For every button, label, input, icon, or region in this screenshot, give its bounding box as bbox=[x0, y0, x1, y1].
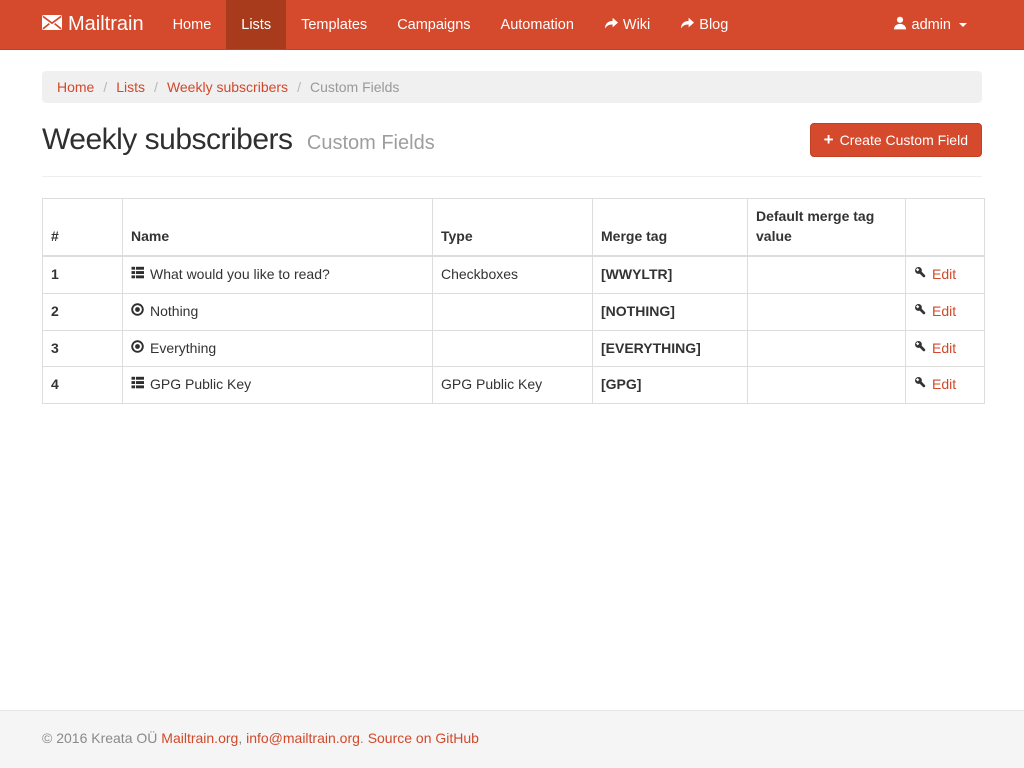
nav-item-wiki[interactable]: Wiki bbox=[589, 0, 665, 49]
edit-label: Edit bbox=[932, 302, 956, 322]
edit-link[interactable]: Edit bbox=[914, 302, 956, 322]
field-type: Checkboxes bbox=[433, 256, 593, 293]
plus-icon: + bbox=[824, 133, 834, 147]
field-name: GPG Public Key bbox=[150, 375, 251, 395]
breadcrumb-weekly-subscribers[interactable]: Weekly subscribers bbox=[167, 79, 288, 95]
default-merge-value bbox=[748, 330, 906, 367]
field-name: Everything bbox=[150, 339, 216, 359]
breadcrumb-separator: / bbox=[288, 79, 310, 95]
table-row: 3 Everything [EVERYTHING] Edit bbox=[43, 330, 985, 367]
create-button-label: Create Custom Field bbox=[840, 132, 968, 148]
col-header-name: Name bbox=[123, 199, 433, 256]
table-row: 4 GPG Public Key GPG Public Key [GPG] Ed… bbox=[43, 367, 985, 404]
record-icon bbox=[131, 339, 144, 359]
col-header-default-value: Default merge tag value bbox=[748, 199, 906, 256]
top-navbar: Mailtrain Home Lists Templates Campaigns… bbox=[0, 0, 1024, 50]
field-name: What would you like to read? bbox=[150, 265, 330, 285]
share-arrow-icon bbox=[680, 17, 694, 33]
row-number: 1 bbox=[43, 256, 123, 293]
envelope-icon bbox=[42, 13, 62, 36]
nav-label: Lists bbox=[241, 17, 271, 33]
nav-label: Blog bbox=[699, 17, 728, 33]
share-arrow-icon bbox=[604, 17, 618, 33]
user-label: admin bbox=[912, 17, 952, 33]
field-type: GPG Public Key bbox=[433, 367, 593, 404]
wrench-icon bbox=[914, 375, 927, 395]
nav-item-home[interactable]: Home bbox=[158, 0, 227, 49]
nav-label: Wiki bbox=[623, 17, 650, 33]
nav-label: Templates bbox=[301, 17, 367, 33]
copyright-text: © 2016 Kreata OÜ bbox=[42, 730, 157, 746]
nav-item-blog[interactable]: Blog bbox=[665, 0, 743, 49]
page-title: Weekly subscribers bbox=[42, 123, 293, 156]
nav-item-automation[interactable]: Automation bbox=[486, 0, 589, 49]
field-type bbox=[433, 330, 593, 367]
page-footer: © 2016 Kreata OÜ Mailtrain.org, info@mai… bbox=[0, 710, 1024, 768]
nav-label: Automation bbox=[501, 17, 574, 33]
row-number: 3 bbox=[43, 330, 123, 367]
nav-label: Campaigns bbox=[397, 17, 470, 33]
col-header-actions bbox=[906, 199, 985, 256]
footer-separator: . bbox=[360, 730, 364, 746]
wrench-icon bbox=[914, 339, 927, 359]
list-icon bbox=[131, 375, 144, 395]
breadcrumb-lists[interactable]: Lists bbox=[116, 79, 145, 95]
table-row: 1 What would you like to read? Checkboxe… bbox=[43, 256, 985, 293]
edit-link[interactable]: Edit bbox=[914, 375, 956, 395]
nav-label: Home bbox=[173, 17, 212, 33]
default-merge-value bbox=[748, 293, 906, 330]
custom-fields-table: # Name Type Merge tag Default merge tag … bbox=[42, 198, 985, 404]
mailtrain-org-link[interactable]: Mailtrain.org bbox=[161, 730, 238, 746]
edit-label: Edit bbox=[932, 339, 956, 359]
record-icon bbox=[131, 302, 144, 322]
wrench-icon bbox=[914, 302, 927, 322]
col-header-type: Type bbox=[433, 199, 593, 256]
col-header-merge-tag: Merge tag bbox=[593, 199, 748, 256]
breadcrumb: Home / Lists / Weekly subscribers / Cust… bbox=[42, 71, 982, 103]
default-merge-value bbox=[748, 367, 906, 404]
merge-tag: [EVERYTHING] bbox=[593, 330, 748, 367]
default-merge-value bbox=[748, 256, 906, 293]
create-custom-field-button[interactable]: + Create Custom Field bbox=[810, 123, 982, 157]
info-email-link[interactable]: info@mailtrain.org bbox=[246, 730, 360, 746]
edit-label: Edit bbox=[932, 375, 956, 395]
breadcrumb-current: Custom Fields bbox=[310, 79, 399, 95]
field-name: Nothing bbox=[150, 302, 198, 322]
caret-down-icon bbox=[959, 23, 967, 27]
source-github-link[interactable]: Source on GitHub bbox=[368, 730, 479, 746]
field-type bbox=[433, 293, 593, 330]
brand-link[interactable]: Mailtrain bbox=[42, 0, 158, 49]
wrench-icon bbox=[914, 265, 927, 285]
footer-separator: , bbox=[238, 730, 242, 746]
breadcrumb-separator: / bbox=[94, 79, 116, 95]
nav-item-campaigns[interactable]: Campaigns bbox=[382, 0, 485, 49]
edit-link[interactable]: Edit bbox=[914, 339, 956, 359]
merge-tag: [GPG] bbox=[593, 367, 748, 404]
row-number: 2 bbox=[43, 293, 123, 330]
row-number: 4 bbox=[43, 367, 123, 404]
breadcrumb-separator: / bbox=[145, 79, 167, 95]
breadcrumb-home[interactable]: Home bbox=[57, 79, 94, 95]
brand-label: Mailtrain bbox=[68, 13, 144, 36]
list-icon bbox=[131, 265, 144, 285]
page-header: Weekly subscribers Custom Fields + Creat… bbox=[42, 117, 982, 177]
merge-tag: [WWYLTR] bbox=[593, 256, 748, 293]
main-nav: Home Lists Templates Campaigns Automatio… bbox=[158, 0, 744, 49]
col-header-num: # bbox=[43, 199, 123, 256]
user-icon bbox=[893, 16, 907, 34]
edit-link[interactable]: Edit bbox=[914, 265, 956, 285]
table-header-row: # Name Type Merge tag Default merge tag … bbox=[43, 199, 985, 256]
nav-item-lists[interactable]: Lists bbox=[226, 0, 286, 49]
edit-label: Edit bbox=[932, 265, 956, 285]
user-menu[interactable]: admin bbox=[878, 0, 983, 49]
merge-tag: [NOTHING] bbox=[593, 293, 748, 330]
table-row: 2 Nothing [NOTHING] Edit bbox=[43, 293, 985, 330]
page-subtitle: Custom Fields bbox=[307, 132, 435, 154]
nav-item-templates[interactable]: Templates bbox=[286, 0, 382, 49]
